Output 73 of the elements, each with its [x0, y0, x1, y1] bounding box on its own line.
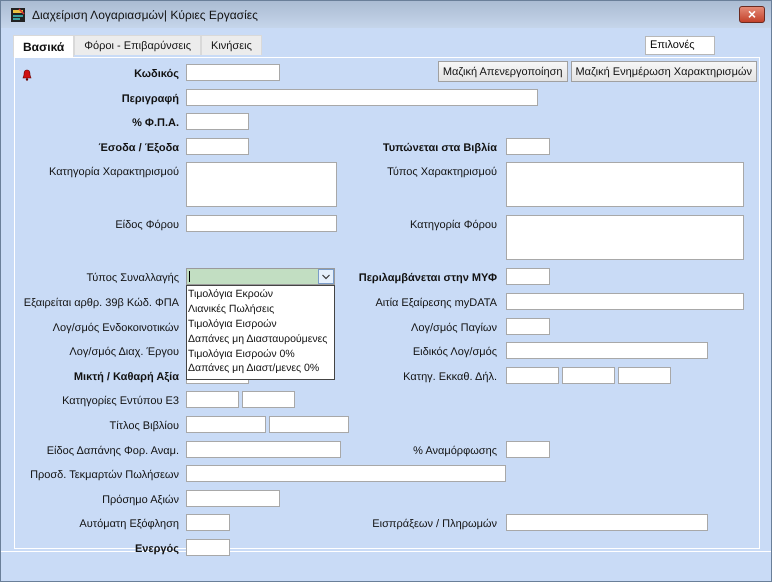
input-field[interactable]	[269, 416, 349, 433]
field-label: Κατηγορία Φόρου	[410, 218, 497, 232]
field-label: Προσδ. Τεκμαρτών Πωλήσεων	[30, 468, 179, 482]
field-label: Αυτόματη Εξόφληση	[79, 517, 179, 530]
field-label: Τύπος Χαρακτηρισμού	[387, 165, 497, 178]
field-label: Αιτία Εξαίρεσης myDATA	[375, 296, 497, 309]
input-field[interactable]	[562, 366, 615, 384]
input-field[interactable]	[506, 138, 550, 155]
tab[interactable]: Βασικά	[13, 35, 74, 57]
options-box[interactable]: Επιλονές	[645, 36, 715, 55]
field-label: Κατηγορίες Εντύπου Ε3	[62, 394, 179, 408]
dropdown-option[interactable]: Δαπάνες μη Διασταυρούμενες	[188, 332, 334, 347]
input-field[interactable]	[186, 391, 239, 408]
input-field[interactable]	[186, 490, 280, 507]
text-area[interactable]	[186, 162, 337, 208]
field-label: Λογ/σμός Ενδοκοινοτικών	[52, 320, 179, 334]
app-icon	[10, 6, 26, 22]
input-field[interactable]	[506, 318, 550, 335]
toolbar-button[interactable]: Μαζική Ενημέρωση Χαρακτηρισμών	[570, 61, 757, 82]
field-label: Περιγραφή	[122, 92, 179, 105]
field-label: Περιλαμβάνεται στην ΜΥΦ	[358, 271, 497, 284]
dropdown-option[interactable]: Τιμολόγια Εκροών	[188, 287, 334, 302]
combo-box[interactable]	[186, 268, 335, 286]
input-field[interactable]	[186, 88, 538, 106]
chevron-down-icon[interactable]	[318, 269, 334, 284]
input-field[interactable]	[186, 416, 266, 433]
input-field[interactable]	[506, 366, 559, 384]
text-area[interactable]	[506, 215, 744, 260]
field-label: % Αναμόρφωσης	[413, 444, 497, 457]
field-label: Μικτή / Καθαρή Αξία	[74, 370, 179, 383]
input-field[interactable]	[186, 440, 341, 458]
input-field[interactable]	[506, 268, 550, 286]
toolbar-button[interactable]: Μαζική Απενεργοποίηση	[438, 61, 568, 82]
input-field[interactable]	[618, 366, 671, 384]
field-label: Ενεργός	[134, 542, 179, 555]
field-label: Τύπος Συναλλαγής	[86, 271, 179, 284]
tab[interactable]: Κινήσεις	[201, 35, 262, 55]
field-label: Λογ/σμός Διαχ. Έργου	[69, 345, 179, 358]
input-field[interactable]	[186, 113, 249, 130]
field-label: Κατηγορία Χαρακτηρισμού	[49, 165, 179, 178]
field-label: Είδος Φόρου	[115, 218, 179, 232]
field-label: Τυπώνεται στα Βιβλία	[382, 140, 497, 154]
field-label: Πρόσημο Αξιών	[102, 492, 179, 506]
close-button[interactable]: ×	[739, 6, 765, 23]
text-area[interactable]	[506, 162, 744, 208]
input-field[interactable]	[186, 538, 230, 556]
field-label: Είδος Δαπάνης Φορ. Αναμ.	[46, 444, 179, 457]
field-label: Εισπράξεων / Πληρωμών	[372, 517, 497, 530]
bell-icon	[22, 69, 32, 81]
input-field[interactable]	[186, 465, 506, 482]
field-label: Κωδικός	[134, 67, 179, 80]
input-field[interactable]	[506, 292, 744, 310]
field-label: Λογ/σμός Παγίων	[411, 320, 497, 334]
input-field[interactable]	[506, 440, 550, 458]
dropdown-option[interactable]: Τιμολόγια Εισροών	[188, 316, 334, 332]
dropdown-option[interactable]: Λιανικές Πωλήσεις	[188, 302, 334, 317]
dropdown-option[interactable]: Τιμολόγια Εισροών 0%	[188, 346, 334, 362]
dropdown-option[interactable]: Δαπάνες μη Διαστ/μενες 0%	[188, 361, 334, 376]
window-title: Διαχείριση Λογαριασμών| Κύριες Εργασίες	[32, 8, 259, 22]
field-label: Ειδικός Λογ/σμός	[412, 345, 497, 358]
field-label: Τίτλος Βιβλίου	[109, 418, 179, 432]
input-field[interactable]	[186, 138, 249, 155]
input-field[interactable]	[506, 514, 708, 532]
input-field[interactable]	[506, 342, 708, 360]
field-label: Έσοδα / Έξοδα	[98, 140, 179, 154]
field-label: % Φ.Π.Α.	[132, 116, 179, 130]
input-field[interactable]	[186, 514, 230, 532]
input-field[interactable]	[186, 64, 280, 81]
tab[interactable]: Φόροι - Επιβαρύνσεις	[74, 35, 202, 55]
field-label: Εξαιρείται αρθρ. 39β Κώδ. ΦΠΑ	[24, 296, 179, 309]
input-field[interactable]	[242, 391, 295, 408]
input-field[interactable]	[186, 215, 337, 232]
field-label: Κατηγ. Εκκαθ. Δήλ.	[403, 370, 497, 383]
